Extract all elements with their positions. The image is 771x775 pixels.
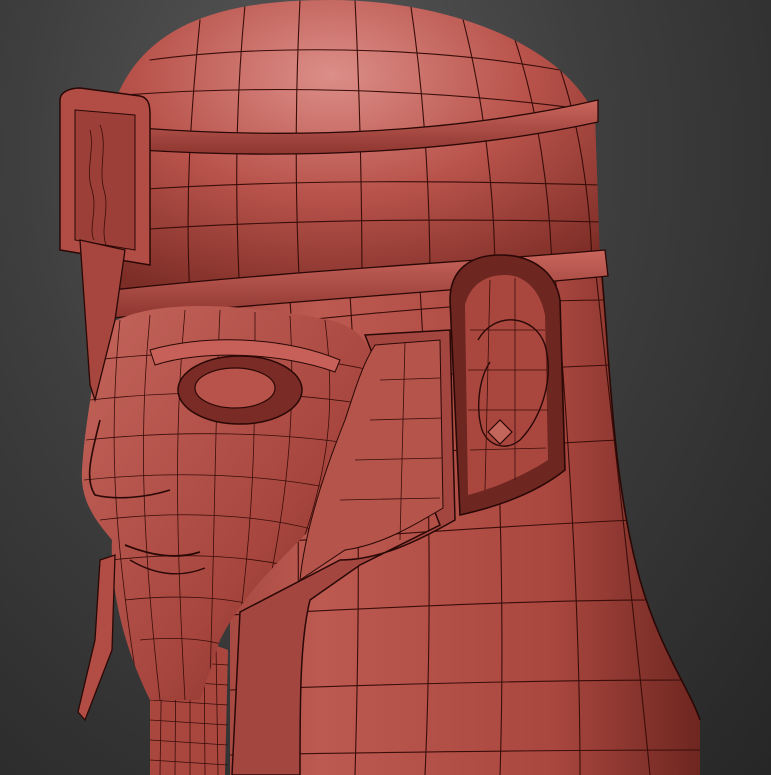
- chin-strap: [77, 554, 116, 722]
- ear-opening: [449, 254, 566, 516]
- 3d-viewport[interactable]: [0, 0, 771, 775]
- helmet-model-render: [59, 0, 701, 775]
